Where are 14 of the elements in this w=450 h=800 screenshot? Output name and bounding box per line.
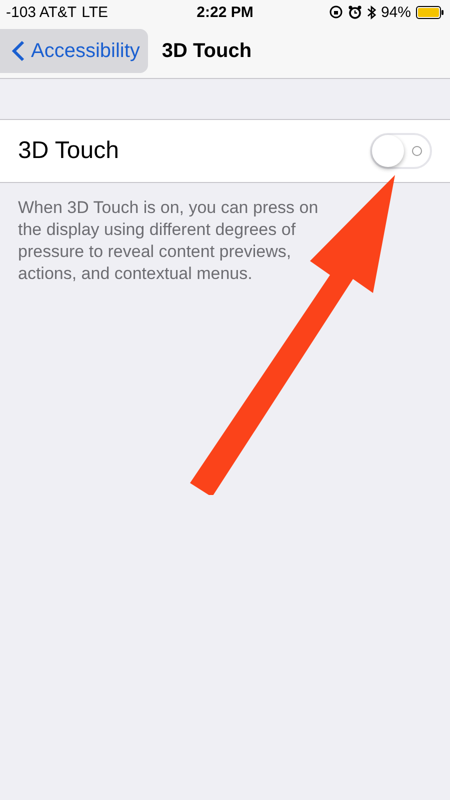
alarm-icon	[348, 5, 362, 19]
battery-percent: 94%	[380, 4, 411, 20]
chevron-left-icon	[12, 40, 25, 62]
rotation-lock-icon	[328, 5, 343, 19]
bluetooth-icon	[366, 4, 376, 20]
battery-icon	[416, 6, 444, 18]
back-button[interactable]: Accessibility	[0, 29, 148, 73]
page-title: 3D Touch	[162, 40, 252, 62]
status-time: 2:22 PM	[196, 4, 254, 20]
carrier-label: -103 AT&T	[6, 4, 77, 20]
footer-description: When 3D Touch is on, you can press on the display using different degrees of pressure to reveal content previews, actions, and contextual menus.	[17, 197, 320, 285]
toggle-switch[interactable]	[370, 133, 432, 169]
network-label: LTE	[82, 4, 108, 20]
setting-label: 3D Touch	[18, 137, 119, 165]
